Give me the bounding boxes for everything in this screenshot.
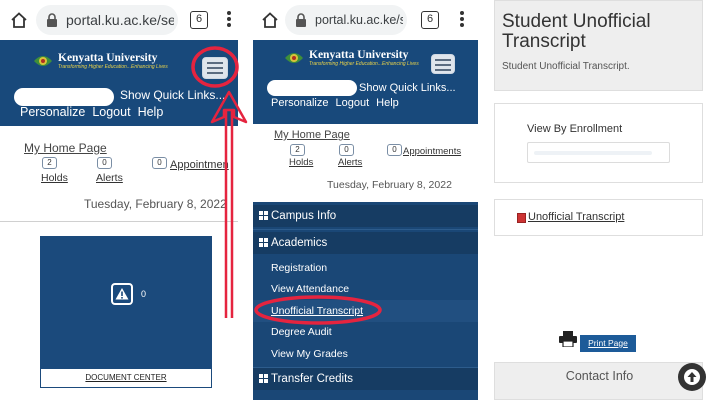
portal-header: Kenyatta University Transforming Higher … <box>253 40 478 124</box>
quick-links-toggle[interactable]: Show Quick Links... <box>120 88 225 102</box>
home-icon[interactable] <box>261 11 279 29</box>
help-link[interactable]: Help <box>138 105 164 119</box>
url-text: portal.ku.ac.ke/sec <box>66 12 174 28</box>
menu-item-degree-audit[interactable]: Degree Audit <box>253 321 478 343</box>
personalize-link[interactable]: Personalize <box>20 105 85 119</box>
divider <box>0 221 238 222</box>
browser-bar: portal.ku.ac.ke/sec 6 <box>0 0 238 40</box>
holds-count-badge: 2 <box>290 144 305 156</box>
page-subtitle: Student Unofficial Transcript. <box>502 61 630 72</box>
university-tagline: Transforming Higher Education...Enhancin… <box>309 61 419 67</box>
current-date: Tuesday, February 8, 2022 <box>84 197 227 211</box>
alerts-count-badge: 0 <box>97 157 112 169</box>
menu-item-registration[interactable]: Registration <box>253 257 478 279</box>
document-count: 0 <box>141 289 147 299</box>
contact-info-card: Contact Info <box>494 362 703 400</box>
logout-link[interactable]: Logout <box>335 97 369 109</box>
grid-icon <box>259 211 268 220</box>
grid-icon <box>259 238 268 247</box>
grid-icon <box>259 374 268 383</box>
unofficial-transcript-link[interactable]: Unofficial Transcript <box>528 211 624 223</box>
lock-icon <box>296 13 306 27</box>
university-tagline: Transforming Higher Education...Enhancin… <box>58 64 168 70</box>
enrollment-card: View By Enrollment <box>494 103 703 183</box>
page-title: Student Unofficial Transcript <box>502 11 651 52</box>
tab-switcher-icon[interactable]: 6 <box>190 11 208 29</box>
url-text: portal.ku.ac.ke/sec <box>315 13 403 27</box>
appointments-link[interactable]: Appointments <box>403 146 461 157</box>
hamburger-menu-button[interactable] <box>202 57 228 79</box>
my-home-page-link[interactable]: My Home Page <box>24 141 107 155</box>
menu-section-transfer-credits[interactable]: Transfer Credits <box>253 368 478 390</box>
university-seal-icon <box>34 56 52 66</box>
holds-count-badge: 2 <box>42 157 57 169</box>
overflow-menu-icon[interactable] <box>226 10 232 30</box>
contact-info-heading: Contact Info <box>565 369 634 383</box>
alerts-link[interactable]: Alerts <box>338 157 362 168</box>
header-nav: Personalize Logout Help <box>271 97 406 109</box>
quick-links-toggle[interactable]: Show Quick Links... <box>359 82 456 94</box>
print-page-button[interactable]: Print Page <box>580 335 636 352</box>
warning-icon <box>111 283 133 305</box>
university-logo[interactable]: Kenyatta University Transforming Higher … <box>32 52 168 70</box>
browser-bar: portal.ku.ac.ke/sec 6 <box>253 0 478 40</box>
document-center-link[interactable]: DOCUMENT CENTER <box>40 368 212 388</box>
printer-icon[interactable] <box>559 331 577 347</box>
screenshot-step-1: portal.ku.ac.ke/sec 6 Kenyatta Universit… <box>0 0 238 400</box>
scroll-to-top-button[interactable] <box>678 363 706 391</box>
menu-item-unofficial-transcript[interactable]: Unofficial Transcript <box>253 300 478 322</box>
view-by-enrollment-label: View By Enrollment <box>527 123 623 135</box>
university-name: Kenyatta University <box>58 52 158 64</box>
holds-link[interactable]: Holds <box>41 172 68 184</box>
alerts-count-badge: 0 <box>339 144 354 156</box>
redacted-username <box>14 88 114 106</box>
appointments-count-badge: 0 <box>152 157 167 169</box>
university-name: Kenyatta University <box>309 49 409 61</box>
portal-header: Kenyatta University Transforming Higher … <box>0 40 238 126</box>
hamburger-menu-button[interactable] <box>431 54 455 74</box>
pdf-icon <box>517 213 526 223</box>
document-center-tile[interactable]: 0 DOCUMENT CENTER <box>40 236 212 388</box>
appointments-count-badge: 0 <box>387 144 402 156</box>
overflow-menu-icon[interactable] <box>459 10 465 30</box>
menu-section-campus-info[interactable]: Campus Info <box>253 205 478 227</box>
help-link[interactable]: Help <box>376 97 399 109</box>
appointments-link[interactable]: Appointmen <box>170 159 229 171</box>
personalize-link[interactable]: Personalize <box>271 97 328 109</box>
home-icon[interactable] <box>10 11 28 29</box>
current-date: Tuesday, February 8, 2022 <box>327 179 452 191</box>
redacted-username <box>267 80 357 96</box>
university-seal-icon <box>285 53 303 63</box>
alerts-link[interactable]: Alerts <box>96 172 123 184</box>
screenshot-step-3: Student Unofficial Transcript Student Un… <box>488 0 728 400</box>
transcript-link-card: Unofficial Transcript <box>494 199 703 236</box>
transcript-title-card: Student Unofficial Transcript Student Un… <box>494 0 703 91</box>
tab-switcher-icon[interactable]: 6 <box>421 11 439 29</box>
university-logo[interactable]: Kenyatta University Transforming Higher … <box>283 49 419 67</box>
menu-section-academics[interactable]: Academics <box>253 232 478 254</box>
menu-item-view-my-grades[interactable]: View My Grades <box>253 343 478 365</box>
lock-icon <box>47 13 57 27</box>
holds-link[interactable]: Holds <box>289 157 313 168</box>
address-bar[interactable]: portal.ku.ac.ke/sec <box>36 5 178 35</box>
arrow-up-icon <box>684 369 700 385</box>
logout-link[interactable]: Logout <box>92 105 130 119</box>
screenshot-step-2: portal.ku.ac.ke/sec 6 Kenyatta Universit… <box>253 0 478 400</box>
enrollment-select[interactable] <box>527 142 670 163</box>
menu-item-view-attendance[interactable]: View Attendance <box>253 278 478 300</box>
address-bar[interactable]: portal.ku.ac.ke/sec <box>285 5 407 35</box>
my-home-page-link[interactable]: My Home Page <box>274 129 350 141</box>
header-nav: Personalize Logout Help <box>20 105 170 119</box>
navigation-menu: Campus Info Academics Registration View … <box>253 202 478 400</box>
